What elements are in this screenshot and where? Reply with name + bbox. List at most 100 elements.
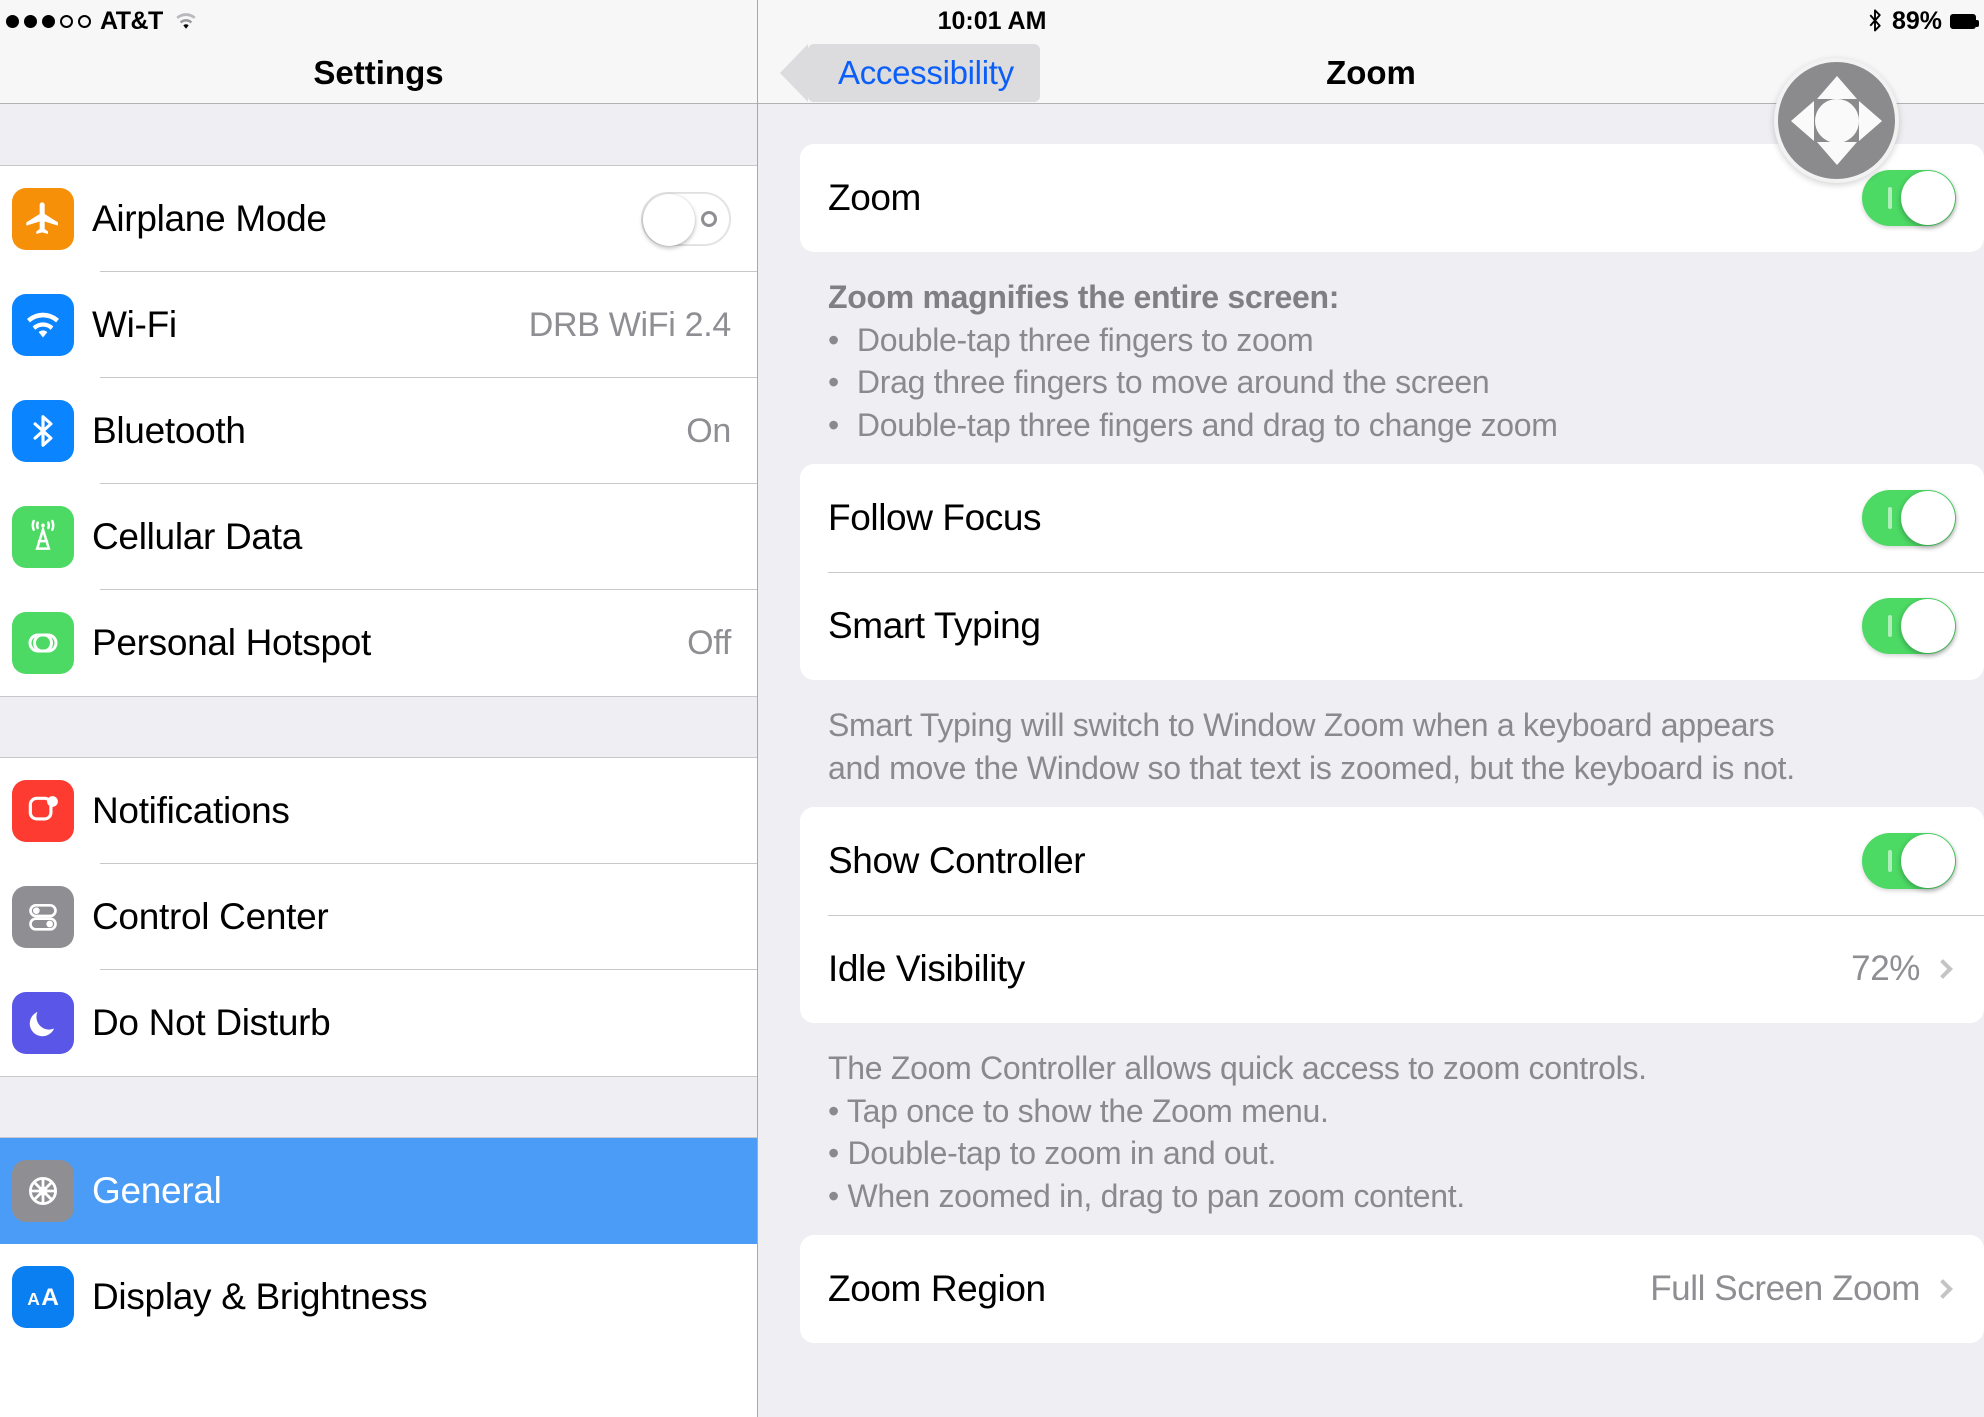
sidebar-group-gap <box>0 104 757 166</box>
smart-typing-toggle[interactable] <box>1862 598 1956 655</box>
hotspot-link-icon <box>12 612 74 674</box>
sidebar-item-label: Cellular Data <box>92 516 302 557</box>
airplane-mode-toggle[interactable] <box>641 192 731 246</box>
bullet-dot: • <box>828 321 839 358</box>
ipad-settings-screen: Settings Airplane Mode Wi-Fi DRB WiFi 2.… <box>0 0 1984 1417</box>
sidebar-group-gap <box>0 696 757 758</box>
zoom-controller-dpad-icon[interactable] <box>1774 58 1899 183</box>
footnote-heading: The Zoom Controller allows quick access … <box>828 1050 1647 1087</box>
sidebar-item-notifications[interactable]: Notifications <box>0 758 757 864</box>
zoom-region-value: Full Screen Zoom <box>1650 1269 1920 1309</box>
footnote-line: Drag three fingers to move around the sc… <box>856 364 1490 401</box>
row-idle-visibility[interactable]: Idle Visibility 72% <box>800 915 1984 1023</box>
sidebar-group-gap <box>0 1076 757 1138</box>
cellular-tower-icon <box>12 506 74 568</box>
battery-icon <box>1950 13 1979 29</box>
row-follow-focus[interactable]: Follow Focus <box>800 464 1984 572</box>
sidebar-item-personal-hotspot[interactable]: Personal Hotspot Off <box>0 590 757 696</box>
bluetooth-icon <box>12 400 74 462</box>
row-label: Zoom Region <box>828 1268 1046 1310</box>
toggle-knob <box>1901 171 1955 225</box>
wifi-icon <box>12 294 74 356</box>
toggle-on-indicator <box>1888 507 1892 530</box>
detail-body: Zoom Zoom magnifies the entire screen: •… <box>758 144 1984 1344</box>
toggle-knob <box>1901 599 1955 654</box>
row-label: Show Controller <box>828 840 1086 882</box>
status-bar: AT&T 10:01 AM 89% <box>0 0 1984 42</box>
settings-sidebar: Settings Airplane Mode Wi-Fi DRB WiFi 2.… <box>0 0 758 1417</box>
page-title: Settings <box>313 53 444 91</box>
wifi-network-value: DRB WiFi 2.4 <box>528 305 732 344</box>
controller-center <box>1814 98 1859 143</box>
row-label: Follow Focus <box>828 497 1042 539</box>
row-smart-typing[interactable]: Smart Typing <box>800 572 1984 680</box>
zoom-toggle[interactable] <box>1862 170 1956 226</box>
toggle-off-indicator <box>701 211 717 227</box>
toggle-on-indicator <box>1888 187 1892 209</box>
battery-percent-label: 89% <box>1891 6 1942 35</box>
sidebar-item-wifi[interactable]: Wi-Fi DRB WiFi 2.4 <box>0 272 757 378</box>
footnote-line: Double-tap three fingers and drag to cha… <box>856 406 1558 443</box>
sidebar-item-do-not-disturb[interactable]: Do Not Disturb <box>0 970 757 1076</box>
idle-visibility-value: 72% <box>1851 949 1920 989</box>
sidebar-item-control-center[interactable]: Control Center <box>0 864 757 970</box>
sidebar-item-cellular-data[interactable]: Cellular Data <box>0 484 757 590</box>
controller-footnote: The Zoom Controller allows quick access … <box>758 1023 1984 1235</box>
sidebar-item-general[interactable]: General <box>0 1138 757 1244</box>
sidebar-group-general: General AA Display & Brightness <box>0 1138 757 1350</box>
svg-text:A: A <box>27 1289 40 1309</box>
footnote-line: and move the Window so that text is zoom… <box>828 749 1795 786</box>
sidebar-item-airplane-mode[interactable]: Airplane Mode <box>0 166 757 272</box>
sidebar-item-label: Airplane Mode <box>92 198 327 239</box>
controller-right-arrow <box>1859 100 1882 141</box>
controller-card: Show Controller Idle Visibility 72% <box>800 807 1984 1024</box>
gear-icon <box>12 1160 74 1222</box>
row-label: Zoom <box>828 177 921 218</box>
bullet-dot: • <box>828 406 839 443</box>
control-center-icon <box>12 886 74 948</box>
bluetooth-icon <box>1869 9 1881 32</box>
text-size-icon: AA <box>12 1266 74 1328</box>
zoom-settings-panel: Accessibility Zoom Zoom Zoom magnifies t… <box>758 0 1984 1417</box>
footnote-line: • Double-tap to zoom in and out. <box>828 1135 1277 1172</box>
footnote-line: Smart Typing will switch to Window Zoom … <box>828 707 1775 744</box>
footnote-heading: Zoom magnifies the entire screen: <box>828 279 1340 315</box>
show-controller-toggle[interactable] <box>1862 833 1956 890</box>
moon-icon <box>12 992 74 1054</box>
bullet-dot: • <box>828 364 839 401</box>
sidebar-item-label: Control Center <box>92 896 329 937</box>
sidebar-item-label: Display & Brightness <box>92 1276 428 1317</box>
row-zoom-region[interactable]: Zoom Region Full Screen Zoom <box>800 1235 1984 1343</box>
footnote-line: Double-tap three fingers to zoom <box>856 321 1314 358</box>
focus-typing-card: Follow Focus Smart Typing <box>800 464 1984 681</box>
toggle-knob <box>1901 834 1955 889</box>
row-label: Idle Visibility <box>828 948 1025 990</box>
sidebar-item-label: Do Not Disturb <box>92 1002 331 1043</box>
footnote-line: • Tap once to show the Zoom menu. <box>828 1092 1329 1129</box>
sidebar-item-label: Wi-Fi <box>92 304 177 345</box>
toggle-knob <box>643 194 695 246</box>
row-label: Smart Typing <box>828 605 1041 647</box>
smart-typing-footnote: Smart Typing will switch to Window Zoom … <box>758 680 1984 807</box>
hotspot-status-value: Off <box>687 623 731 662</box>
toggle-knob <box>1901 491 1955 546</box>
status-bar-right: 89% <box>1866 6 1979 36</box>
sidebar-group-system: Notifications Control Center Do Not Dist… <box>0 758 757 1076</box>
toggle-on-indicator <box>1888 615 1892 638</box>
footnote-line: • When zoomed in, drag to pan zoom conte… <box>828 1177 1465 1214</box>
row-show-controller[interactable]: Show Controller <box>800 807 1984 915</box>
controller-left-arrow <box>1791 100 1814 141</box>
sidebar-group-connectivity: Airplane Mode Wi-Fi DRB WiFi 2.4 Bluetoo… <box>0 166 757 696</box>
follow-focus-toggle[interactable] <box>1862 490 1956 547</box>
sidebar-item-display-brightness[interactable]: AA Display & Brightness <box>0 1244 757 1350</box>
chevron-right-icon <box>1933 959 1953 980</box>
sidebar-item-label: Notifications <box>92 790 290 831</box>
airplane-icon <box>12 188 74 250</box>
controller-up-arrow <box>1816 76 1857 99</box>
notifications-icon <box>12 780 74 842</box>
sidebar-item-bluetooth[interactable]: Bluetooth On <box>0 378 757 484</box>
clock: 10:01 AM <box>937 6 1047 35</box>
sidebar-item-label: Bluetooth <box>92 410 246 451</box>
controller-down-arrow <box>1816 142 1857 165</box>
zoom-footnote: Zoom magnifies the entire screen: • Doubl… <box>758 252 1984 464</box>
